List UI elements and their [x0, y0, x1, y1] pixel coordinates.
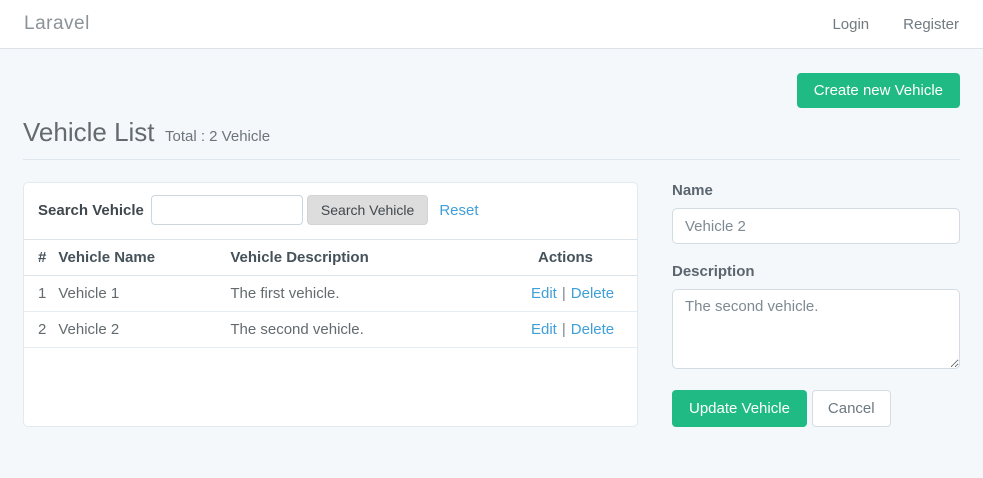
- delete-link[interactable]: Delete: [571, 321, 614, 338]
- column-header-description: Vehicle Description: [224, 240, 525, 276]
- table-body: 1 Vehicle 1 The first vehicle. Edit | Dele…: [24, 276, 637, 348]
- vehicle-list-card: Search Vehicle Search Vehicle Reset # Ve…: [23, 182, 638, 427]
- page: Laravel Login Register Create new Vehicl…: [0, 0, 983, 478]
- heading-row: Vehicle List Total : 2 Vehicle: [23, 117, 960, 148]
- row-2-name: Vehicle 2: [52, 312, 224, 348]
- create-row: Create new Vehicle: [23, 73, 960, 108]
- column-header-actions: Actions: [525, 240, 637, 276]
- main-row: Search Vehicle Search Vehicle Reset # Ve…: [23, 182, 960, 427]
- table-row-1: 1 Vehicle 1 The first vehicle. Edit | Dele…: [24, 276, 637, 312]
- reset-link[interactable]: Reset: [439, 202, 478, 219]
- name-field[interactable]: [672, 208, 960, 244]
- nav-link-register[interactable]: Register: [903, 16, 959, 33]
- description-field[interactable]: The second vehicle.: [672, 289, 960, 369]
- edit-link[interactable]: Edit: [531, 321, 557, 338]
- row-1-name: Vehicle 1: [52, 276, 224, 312]
- delete-link[interactable]: Delete: [571, 285, 614, 302]
- table-header: # Vehicle Name Vehicle Description Actio…: [24, 240, 637, 276]
- column-header-num: #: [24, 240, 52, 276]
- navbar: Laravel Login Register: [0, 0, 983, 49]
- name-label: Name: [672, 182, 960, 199]
- search-input[interactable]: [151, 195, 303, 225]
- column-header-name: Vehicle Name: [52, 240, 224, 276]
- nav-link-login[interactable]: Login: [832, 16, 869, 33]
- cancel-button[interactable]: Cancel: [812, 390, 891, 427]
- row-1-actions: Edit | Delete: [525, 276, 637, 312]
- nav-links: Login Register: [798, 16, 959, 33]
- create-vehicle-button[interactable]: Create new Vehicle: [797, 73, 960, 108]
- brand-link[interactable]: Laravel: [24, 13, 90, 35]
- form-buttons: Update Vehicle Cancel: [672, 390, 960, 427]
- action-separator: |: [562, 285, 566, 302]
- row-1-description: The first vehicle.: [224, 276, 525, 312]
- description-label: Description: [672, 263, 960, 280]
- row-2-num: 2: [24, 312, 52, 348]
- vehicle-table: # Vehicle Name Vehicle Description Actio…: [24, 239, 637, 348]
- table-row-2: 2 Vehicle 2 The second vehicle. Edit | Del…: [24, 312, 637, 348]
- row-2-actions: Edit | Delete: [525, 312, 637, 348]
- row-1-num: 1: [24, 276, 52, 312]
- total-count-label: Total : 2 Vehicle: [165, 128, 270, 145]
- update-vehicle-button[interactable]: Update Vehicle: [672, 390, 807, 427]
- page-title: Vehicle List: [23, 117, 155, 147]
- search-row: Search Vehicle Search Vehicle Reset: [24, 183, 637, 239]
- search-label: Search Vehicle: [38, 202, 144, 219]
- action-separator: |: [562, 321, 566, 338]
- content-container: Create new Vehicle Vehicle List Total : …: [0, 73, 983, 427]
- row-2-description: The second vehicle.: [224, 312, 525, 348]
- edit-link[interactable]: Edit: [531, 285, 557, 302]
- divider: [23, 159, 960, 160]
- vehicle-edit-form: Name Description The second vehicle. Upd…: [672, 182, 960, 427]
- search-button[interactable]: Search Vehicle: [307, 195, 428, 225]
